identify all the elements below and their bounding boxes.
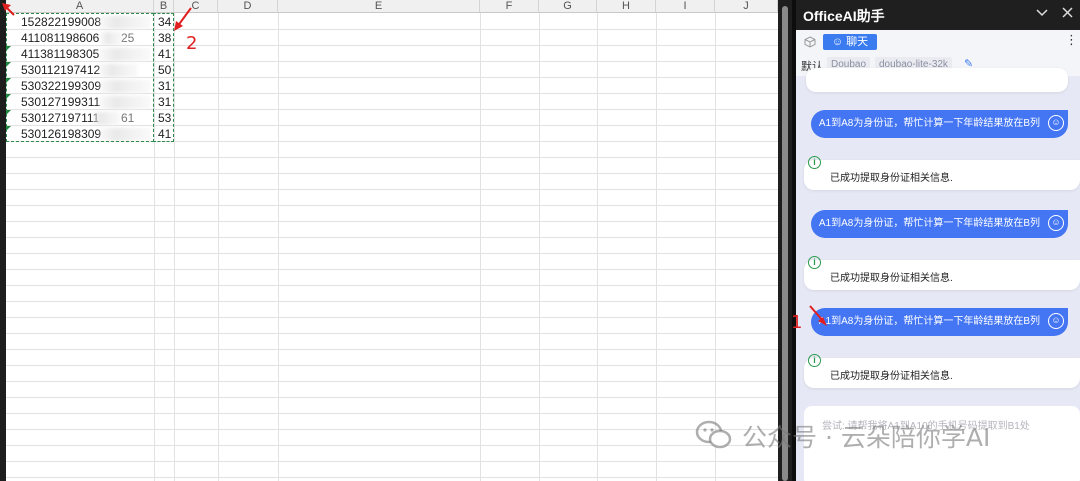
scrollbar-thumb[interactable] (782, 6, 788, 481)
gridline-horizontal (6, 173, 778, 174)
gridline-horizontal (6, 381, 778, 382)
info-icon: i (808, 256, 821, 269)
user-avatar-icon: ☺ (1048, 115, 1064, 131)
gridline-horizontal (6, 189, 778, 190)
column-header-e[interactable]: E (278, 0, 480, 13)
user-avatar-icon: ☺ (1048, 313, 1064, 329)
gridline-horizontal (6, 333, 778, 334)
gridline-horizontal (6, 221, 778, 222)
assistant-message-text: 已成功提取身份证相关信息. (830, 273, 953, 284)
gridline-horizontal (6, 477, 778, 478)
column-header-f[interactable]: F (480, 0, 539, 13)
spreadsheet[interactable]: A B C D E F G H I J 152822199008 4110811… (0, 0, 778, 481)
user-message-text: A1到A8为身份证，帮忙计算一下年龄结果放在B列 (818, 316, 1040, 327)
vertical-scrollbar[interactable] (778, 0, 792, 481)
assistant-message-text: 已成功提取身份证相关信息. (830, 371, 953, 382)
info-icon: i (808, 156, 821, 169)
gridline-horizontal (6, 237, 778, 238)
assistant-message: i 已成功提取身份证相关信息. (804, 256, 1080, 290)
more-options-icon[interactable]: ⋮ (1065, 32, 1078, 48)
column-header-i[interactable]: I (656, 0, 715, 13)
annotation-number-2: 2 (186, 33, 198, 54)
gridline-vertical (539, 13, 540, 481)
gridline-horizontal (6, 205, 778, 206)
arrow-head (818, 317, 827, 326)
user-message: A1到A8为身份证，帮忙计算一下年龄结果放在B列 ☺ (810, 210, 1068, 238)
user-message-text: A1到A8为身份证，帮忙计算一下年龄结果放在B列 (818, 118, 1040, 129)
gridline-horizontal (6, 429, 778, 430)
gridline-vertical (715, 13, 716, 481)
assistant-message: i 已成功提取身份证相关信息. (804, 354, 1080, 388)
wechat-icon (695, 420, 732, 449)
assistant-message-text: 已成功提取身份证相关信息. (830, 173, 953, 184)
panel-title-bar: OfficeAI助手 (796, 0, 1080, 30)
annotation-arrows (2, 3, 192, 31)
gridline-horizontal (6, 365, 778, 366)
gridline-vertical (218, 13, 219, 481)
gridline-horizontal (6, 349, 778, 350)
panel-title: OfficeAI助手 (803, 8, 885, 24)
column-header-g[interactable]: G (539, 0, 597, 13)
chat-icon: ☺ (831, 36, 847, 48)
gridline-horizontal (6, 285, 778, 286)
gridline-horizontal (6, 413, 778, 414)
officeai-panel: OfficeAI助手 ☺ 聊天 ⋮ 默认 Doubao doubao-lite-… (796, 0, 1080, 481)
gridline-vertical (278, 13, 279, 481)
gridline-horizontal (6, 445, 778, 446)
info-icon: i (808, 354, 821, 367)
gridline-horizontal (6, 157, 778, 158)
cube-icon[interactable] (804, 36, 816, 51)
column-header-d[interactable]: D (218, 0, 278, 13)
gridline-vertical (174, 13, 175, 481)
user-message: A1到A8为身份证，帮忙计算一下年龄结果放在B列 ☺ (810, 308, 1068, 336)
user-avatar-icon: ☺ (1048, 215, 1064, 231)
chat-button[interactable]: ☺ 聊天 (823, 34, 877, 50)
column-header-h[interactable]: H (597, 0, 656, 13)
previous-message-card (806, 68, 1068, 92)
user-message-text: A1到A8为身份证，帮忙计算一下年龄结果放在B列 (818, 218, 1040, 229)
gridline-horizontal (6, 397, 778, 398)
gridline-horizontal (6, 301, 778, 302)
assistant-message: i 已成功提取身份证相关信息. (804, 156, 1080, 190)
gridline-horizontal (6, 461, 778, 462)
gridline-vertical (480, 13, 481, 481)
column-header-j[interactable]: J (715, 0, 778, 13)
gridline-horizontal (6, 269, 778, 270)
gridline-vertical (656, 13, 657, 481)
gridline-horizontal (6, 253, 778, 254)
user-message: A1到A8为身份证，帮忙计算一下年龄结果放在B列 ☺ (810, 110, 1068, 138)
gridline-horizontal (6, 317, 778, 318)
arrow-head (174, 21, 183, 31)
annotation-number-1: 1 (791, 312, 803, 333)
gridline-vertical (597, 13, 598, 481)
chevron-down-icon[interactable] (1036, 6, 1048, 21)
chat-button-label: 聊天 (846, 36, 869, 48)
close-icon[interactable] (1062, 6, 1073, 21)
watermark-text: 公众号 · 云朵陪你学AI (742, 423, 991, 452)
